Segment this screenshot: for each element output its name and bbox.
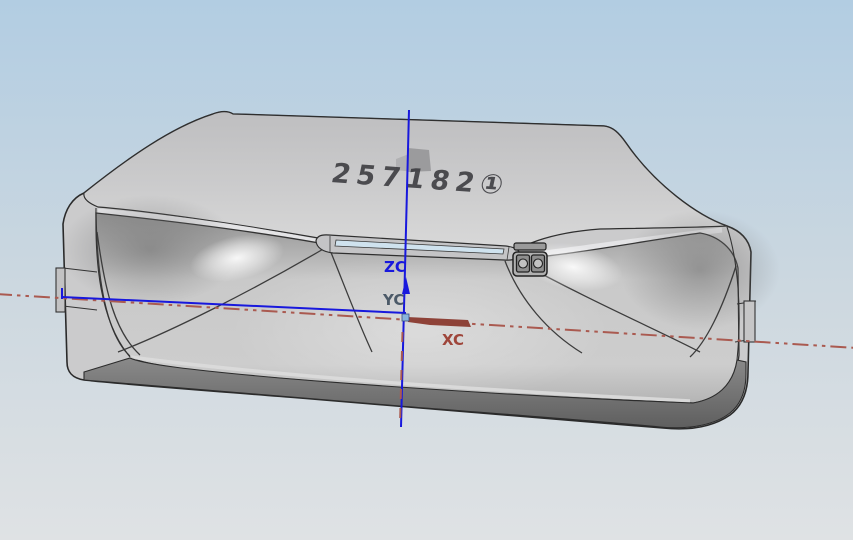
wcs-origin-marker[interactable] <box>402 314 409 321</box>
xc-axis-label[interactable]: XC <box>442 331 464 349</box>
left-clip-tab[interactable] <box>56 268 65 312</box>
cavity-shade-right <box>620 210 780 330</box>
cad-scene: 257182① ZC YC XC <box>0 0 853 540</box>
right-clip-tab[interactable] <box>744 301 755 342</box>
connector-pin-right <box>534 259 543 268</box>
zc-axis-label[interactable]: ZC <box>384 258 406 276</box>
connector-feature[interactable] <box>513 243 547 276</box>
yc-axis-label[interactable]: YC <box>382 291 404 309</box>
connector-pin-left <box>519 259 528 268</box>
cad-graphics-window[interactable]: 257182① ZC YC XC <box>0 0 853 540</box>
